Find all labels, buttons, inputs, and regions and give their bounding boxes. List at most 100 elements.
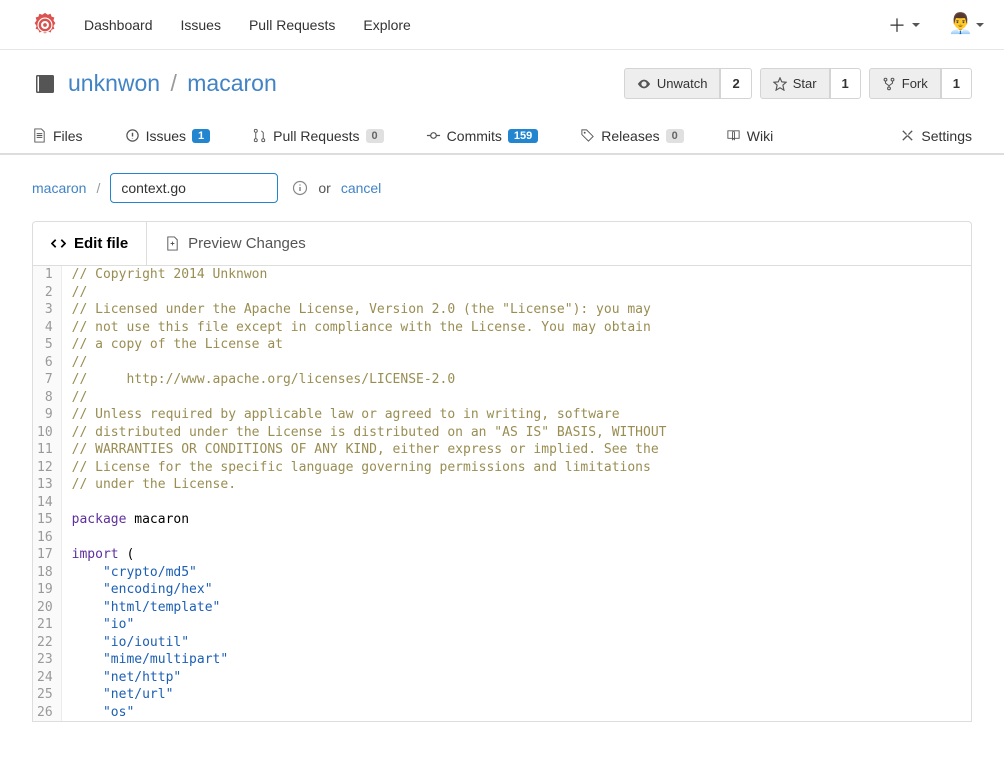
code-line[interactable]: "net/url" xyxy=(61,686,971,704)
line-number: 8 xyxy=(33,389,61,407)
line-number: 26 xyxy=(33,704,61,722)
line-number: 15 xyxy=(33,511,61,529)
star-icon xyxy=(773,77,787,91)
code-line[interactable]: // Unless required by applicable law or … xyxy=(61,406,971,424)
file-icon xyxy=(32,128,47,143)
line-number: 24 xyxy=(33,669,61,687)
line-number: 16 xyxy=(33,529,61,547)
code-line[interactable]: "encoding/hex" xyxy=(61,581,971,599)
code-line[interactable]: // xyxy=(61,354,971,372)
watch-count[interactable]: 2 xyxy=(720,68,751,99)
editor-tab-edit[interactable]: Edit file xyxy=(33,222,147,266)
nav-explore[interactable]: Explore xyxy=(363,17,410,33)
avatar-icon: 👨‍💼 xyxy=(948,14,970,36)
user-menu[interactable]: 👨‍💼 xyxy=(948,14,984,36)
editor: Edit file Preview Changes 1// Copyright … xyxy=(32,221,972,722)
nav-right: ＋ 👨‍💼 xyxy=(888,12,984,38)
code-line[interactable]: // License for the specific language gov… xyxy=(61,459,971,477)
nav-pullrequests[interactable]: Pull Requests xyxy=(249,17,335,33)
repo-icon xyxy=(32,71,58,97)
repo-header: unknwon / macaron Unwatch 2 Star 1 xyxy=(0,50,1004,117)
nav-dashboard[interactable]: Dashboard xyxy=(84,17,153,33)
breadcrumb-sep: / xyxy=(96,180,100,196)
code-line[interactable]: // xyxy=(61,389,971,407)
tools-icon xyxy=(900,128,915,143)
code-line[interactable]: // xyxy=(61,284,971,302)
star-count[interactable]: 1 xyxy=(830,68,861,99)
code-line[interactable]: // Copyright 2014 Unknwon xyxy=(61,266,971,284)
editor-tab-edit-label: Edit file xyxy=(74,235,128,252)
filename-input[interactable] xyxy=(110,173,278,203)
code-line[interactable] xyxy=(61,529,971,547)
book-icon xyxy=(726,128,741,143)
tab-wiki-label: Wiki xyxy=(747,128,773,144)
nav-links: Dashboard Issues Pull Requests Explore xyxy=(84,17,411,33)
editor-tab-preview[interactable]: Preview Changes xyxy=(147,222,324,266)
fork-icon xyxy=(882,77,896,91)
tab-commits[interactable]: Commits 159 xyxy=(426,128,539,144)
code-line[interactable]: "os" xyxy=(61,704,971,722)
code-line[interactable]: "io/ioutil" xyxy=(61,634,971,652)
prs-count-badge: 0 xyxy=(366,129,384,143)
line-number: 10 xyxy=(33,424,61,442)
editor-tabs: Edit file Preview Changes xyxy=(33,222,971,266)
code-line[interactable]: "net/http" xyxy=(61,669,971,687)
code-line[interactable]: import ( xyxy=(61,546,971,564)
line-number: 18 xyxy=(33,564,61,582)
line-number: 5 xyxy=(33,336,61,354)
code-line[interactable]: "html/template" xyxy=(61,599,971,617)
code-line[interactable]: // Licensed under the Apache License, Ve… xyxy=(61,301,971,319)
tab-files[interactable]: Files xyxy=(32,128,83,144)
file-diff-icon xyxy=(165,236,180,251)
tag-icon xyxy=(580,128,595,143)
line-number: 25 xyxy=(33,686,61,704)
code-line[interactable]: // not use this file except in complianc… xyxy=(61,319,971,337)
commit-icon xyxy=(426,128,441,143)
topbar: Dashboard Issues Pull Requests Explore ＋… xyxy=(0,0,1004,50)
code-line[interactable]: // http://www.apache.org/licenses/LICENS… xyxy=(61,371,971,389)
tab-releases[interactable]: Releases 0 xyxy=(580,128,684,144)
code-line[interactable]: // WARRANTIES OR CONDITIONS OF ANY KIND,… xyxy=(61,441,971,459)
nav-issues[interactable]: Issues xyxy=(181,17,221,33)
repo-owner-link[interactable]: unknwon xyxy=(68,70,160,96)
create-menu[interactable]: ＋ xyxy=(888,12,920,38)
issues-count-badge: 1 xyxy=(192,129,210,143)
tab-issues-label: Issues xyxy=(146,128,186,144)
code-line[interactable]: // distributed under the License is dist… xyxy=(61,424,971,442)
tab-issues[interactable]: Issues 1 xyxy=(125,128,211,144)
code-line[interactable] xyxy=(61,494,971,512)
star-button[interactable]: Star xyxy=(760,68,830,99)
code-line[interactable]: package macaron xyxy=(61,511,971,529)
code-line[interactable]: // a copy of the License at xyxy=(61,336,971,354)
repo-tabs: Files Issues 1 Pull Requests 0 Commits 1… xyxy=(0,117,1004,155)
repo-name-link[interactable]: macaron xyxy=(187,70,276,96)
line-number: 7 xyxy=(33,371,61,389)
app-logo[interactable] xyxy=(30,10,60,40)
line-number: 3 xyxy=(33,301,61,319)
code-line[interactable]: // under the License. xyxy=(61,476,971,494)
issue-icon xyxy=(125,128,140,143)
tab-settings[interactable]: Settings xyxy=(900,128,972,144)
unwatch-button[interactable]: Unwatch xyxy=(624,68,721,99)
line-number: 4 xyxy=(33,319,61,337)
cancel-link[interactable]: cancel xyxy=(341,180,381,196)
tab-releases-label: Releases xyxy=(601,128,659,144)
breadcrumb-root[interactable]: macaron xyxy=(32,180,86,196)
line-number: 9 xyxy=(33,406,61,424)
tab-wiki[interactable]: Wiki xyxy=(726,128,773,144)
line-number: 11 xyxy=(33,441,61,459)
fork-button[interactable]: Fork xyxy=(869,68,941,99)
line-number: 1 xyxy=(33,266,61,284)
or-text: or xyxy=(318,180,330,196)
repo-action-buttons: Unwatch 2 Star 1 Fork 1 xyxy=(624,68,972,99)
code-line[interactable]: "mime/multipart" xyxy=(61,651,971,669)
line-number: 14 xyxy=(33,494,61,512)
line-number: 12 xyxy=(33,459,61,477)
line-number: 22 xyxy=(33,634,61,652)
code-line[interactable]: "crypto/md5" xyxy=(61,564,971,582)
code-line[interactable]: "io" xyxy=(61,616,971,634)
tab-prs[interactable]: Pull Requests 0 xyxy=(252,128,384,144)
fork-count[interactable]: 1 xyxy=(941,68,972,99)
fork-label: Fork xyxy=(902,76,928,91)
code-editor[interactable]: 1// Copyright 2014 Unknwon2//3// License… xyxy=(33,266,971,721)
